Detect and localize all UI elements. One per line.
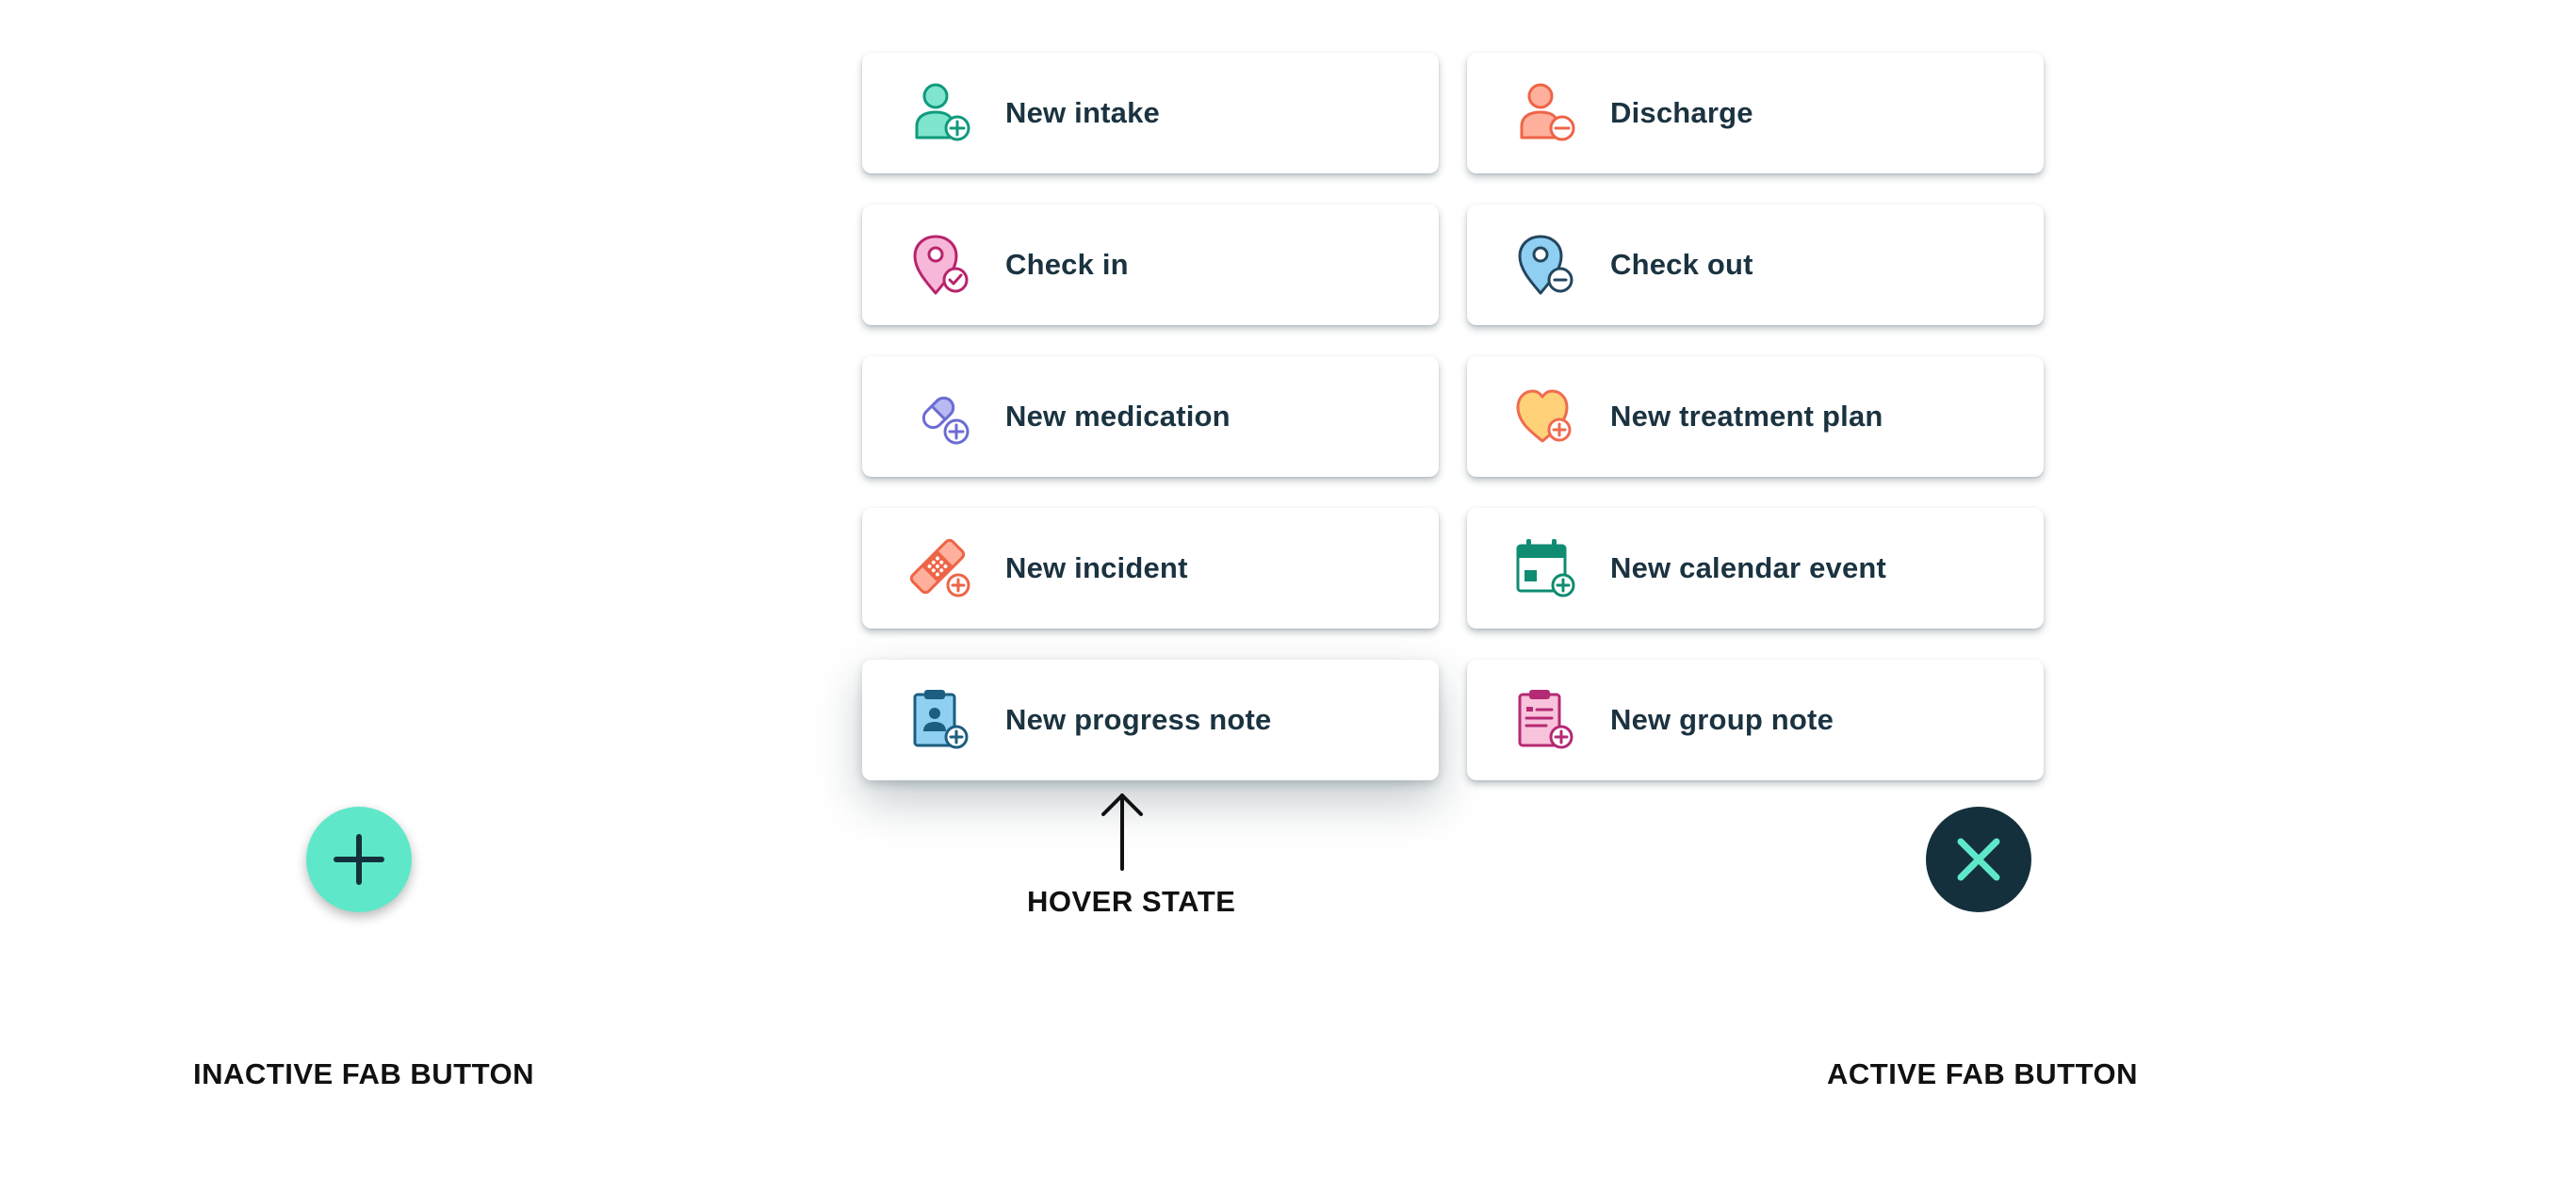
inactive-fab-caption: INACTIVE FAB BUTTON xyxy=(193,1057,534,1090)
person-add-icon xyxy=(907,79,975,147)
menu-item-check-in[interactable]: Check in xyxy=(862,205,1439,325)
location-remove-icon xyxy=(1512,231,1580,299)
inactive-fab-button[interactable] xyxy=(306,807,412,912)
menu-item-label: New incident xyxy=(1005,551,1188,584)
menu-item-check-out[interactable]: Check out xyxy=(1467,205,2044,325)
person-remove-icon xyxy=(1512,79,1580,147)
menu-item-label: Check out xyxy=(1610,248,1753,281)
menu-item-label: Discharge xyxy=(1610,96,1753,129)
active-fab-caption: ACTIVE FAB BUTTON xyxy=(1827,1057,2138,1090)
menu-item-new-medication[interactable]: New medication xyxy=(862,356,1439,477)
menu-item-label: New intake xyxy=(1005,96,1160,129)
bandage-add-icon xyxy=(907,534,975,602)
hover-state-caption: HOVER STATE xyxy=(1027,885,1236,918)
menu-item-new-intake[interactable]: New intake xyxy=(862,53,1439,173)
location-check-icon xyxy=(907,231,975,299)
menu-item-discharge[interactable]: Discharge xyxy=(1467,53,2044,173)
menu-item-new-group-note[interactable]: New group note xyxy=(1467,660,2044,780)
active-fab-button[interactable] xyxy=(1926,807,2031,912)
menu-item-label: New progress note xyxy=(1005,703,1272,736)
calendar-add-icon xyxy=(1512,534,1580,602)
menu-item-new-treatment-plan[interactable]: New treatment plan xyxy=(1467,356,2044,477)
clipboard-note-add-icon xyxy=(1512,686,1580,754)
fab-action-menu: New intake Discharge Check in Check out … xyxy=(862,53,2044,780)
menu-item-label: New medication xyxy=(1005,400,1231,433)
arrow-up-icon xyxy=(1101,794,1143,871)
clipboard-person-add-icon xyxy=(907,686,975,754)
pill-add-icon xyxy=(907,383,975,450)
menu-item-label: New group note xyxy=(1610,703,1834,736)
menu-item-new-progress-note[interactable]: New progress note xyxy=(862,660,1439,780)
menu-item-label: New treatment plan xyxy=(1610,400,1883,433)
close-icon xyxy=(1957,838,2000,881)
menu-item-new-calendar-event[interactable]: New calendar event xyxy=(1467,508,2044,629)
menu-item-label: New calendar event xyxy=(1610,551,1887,584)
menu-item-new-incident[interactable]: New incident xyxy=(862,508,1439,629)
menu-item-label: Check in xyxy=(1005,248,1129,281)
heart-add-icon xyxy=(1512,383,1580,450)
plus-icon xyxy=(334,834,384,885)
